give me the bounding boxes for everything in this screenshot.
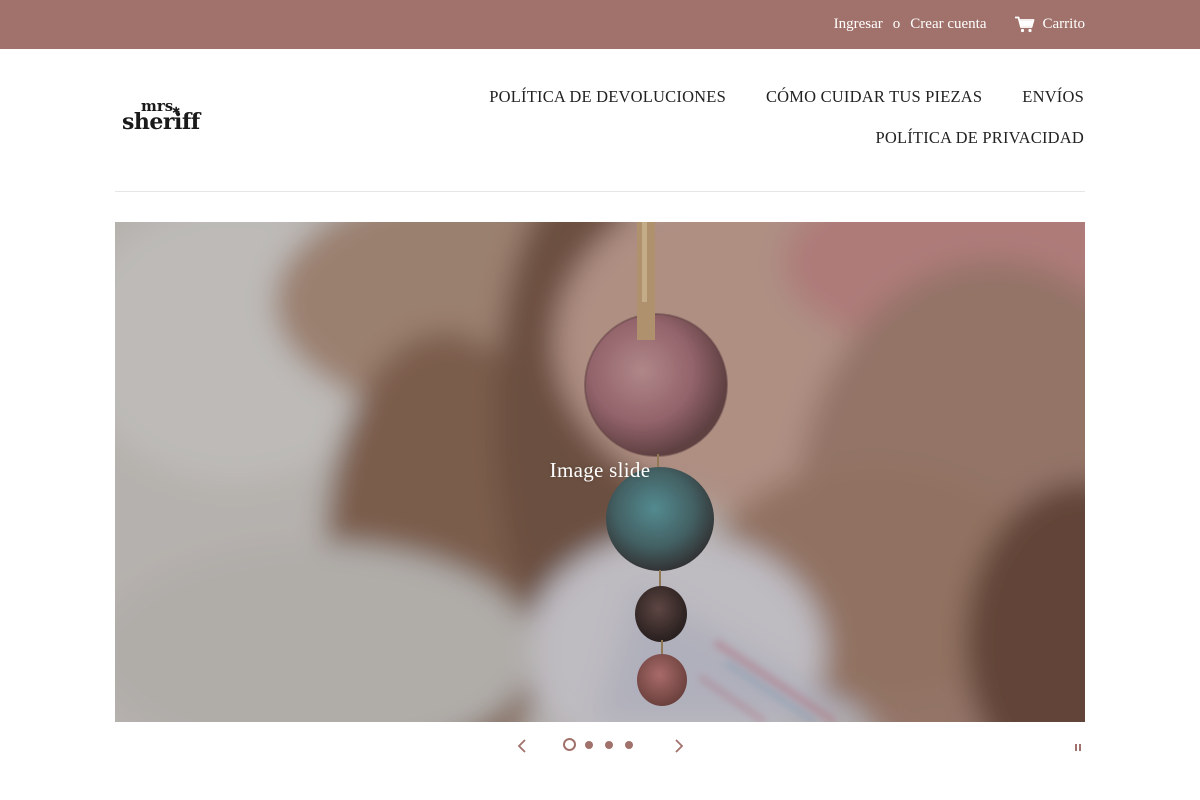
- main-nav-row-2: POLÍTICA DE PRIVACIDAD: [875, 128, 1084, 148]
- top-bar: Ingresar o Crear cuenta Carrito: [0, 0, 1200, 49]
- chevron-left-icon[interactable]: [514, 736, 532, 756]
- nav-link-privacy-policy[interactable]: POLÍTICA DE PRIVACIDAD: [875, 128, 1084, 148]
- slide-pagination: [563, 738, 645, 751]
- slide-caption: Image slide: [549, 458, 651, 482]
- main-nav-row-1: POLÍTICA DE DEVOLUCIONES CÓMO CUIDAR TUS…: [449, 87, 1084, 107]
- header-divider: [115, 191, 1085, 192]
- site-logo[interactable]: mrs ✱ sheriff: [121, 97, 211, 136]
- hero-slide[interactable]: Image slide: [115, 222, 1085, 722]
- nav-link-returns-policy[interactable]: POLÍTICA DE DEVOLUCIONES: [489, 87, 726, 107]
- slide-dot-2[interactable]: [585, 740, 593, 749]
- nav-link-care-guide[interactable]: CÓMO CUIDAR TUS PIEZAS: [766, 87, 982, 107]
- nav-link-shipping[interactable]: ENVÍOS: [1022, 87, 1084, 107]
- cart-icon: [1014, 16, 1035, 33]
- cart-link[interactable]: Carrito: [1014, 16, 1086, 33]
- slide-dot-1[interactable]: [563, 738, 576, 751]
- cart-label: Carrito: [1042, 16, 1086, 32]
- logo-line-2: sheriff: [122, 109, 200, 135]
- create-account-link[interactable]: Crear cuenta: [910, 16, 986, 33]
- slide-dot-4[interactable]: [625, 740, 633, 749]
- chevron-right-icon[interactable]: [669, 736, 687, 756]
- slide-dot-3[interactable]: [605, 740, 613, 749]
- account-links: Ingresar o Crear cuenta Carrito: [834, 0, 1085, 49]
- separator-text: o: [892, 16, 901, 32]
- login-link[interactable]: Ingresar: [834, 16, 883, 33]
- pause-icon[interactable]: [1073, 742, 1083, 753]
